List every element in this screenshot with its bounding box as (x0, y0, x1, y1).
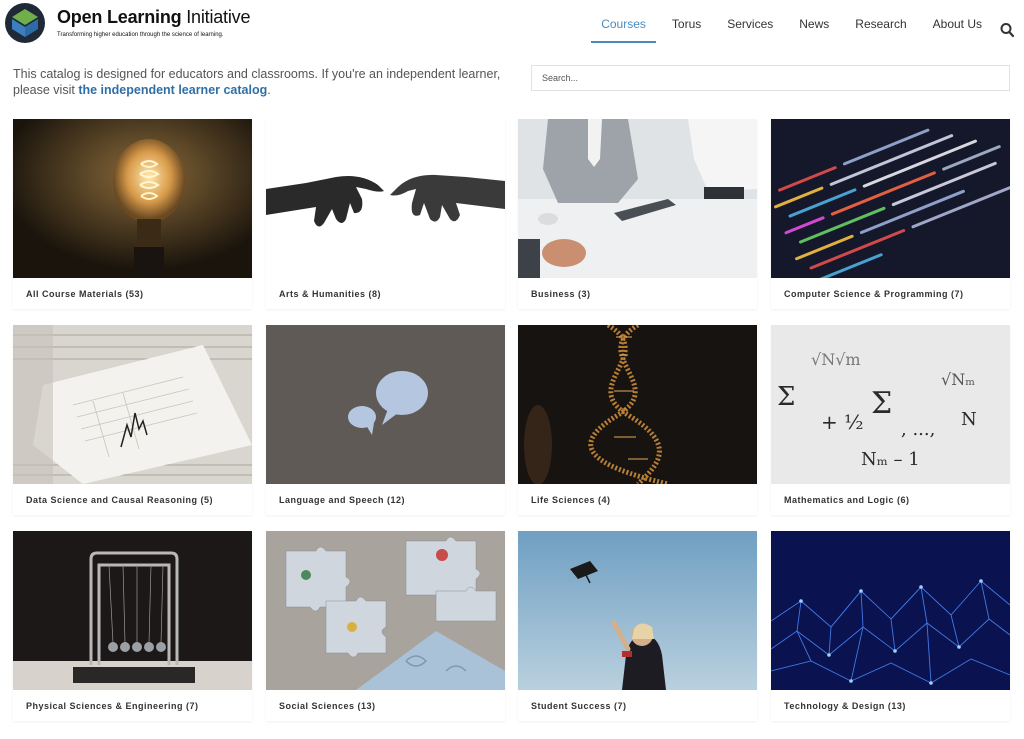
newtons-cradle-image (13, 531, 252, 690)
category-label: Mathematics and Logic (6) (784, 495, 910, 505)
catalog-intro: This catalog is designed for educators a… (13, 67, 501, 97)
brand-tagline: Transforming higher education through th… (57, 32, 224, 38)
hands-image (266, 119, 505, 278)
business-meeting-image (518, 119, 757, 278)
category-label: Computer Science & Programming (7) (784, 289, 964, 299)
category-card-mathematics-logic[interactable]: Σ + ½ Σ , ..., Nₘ – 1 √N√m √Nₘ N Mathema… (771, 325, 1010, 515)
nav-about-us[interactable]: About Us (933, 16, 982, 43)
site-header: Open Learning Initiative Transforming hi… (0, 0, 1024, 50)
category-card-life-sciences[interactable]: Life Sciences (4) (518, 325, 757, 515)
svg-text:√Nₘ: √Nₘ (941, 370, 975, 389)
category-label: Arts & Humanities (8) (279, 289, 382, 299)
nav-torus[interactable]: Torus (672, 16, 701, 43)
category-label: Life Sciences (4) (531, 495, 611, 505)
brand[interactable]: Open Learning Initiative Transforming hi… (57, 6, 250, 38)
main-nav: Courses Torus Services News Research Abo… (575, 16, 1014, 43)
code-screen-image (771, 119, 1010, 278)
category-card-computer-science-programming[interactable]: Computer Science & Programming (7) (771, 119, 1010, 309)
network-mesh-image (771, 531, 1010, 690)
lightbulb-image (13, 119, 252, 278)
graduation-cap-toss-image (518, 531, 757, 690)
category-card-language-speech[interactable]: Language and Speech (12) (266, 325, 505, 515)
category-label: All Course Materials (53) (26, 289, 144, 299)
puzzle-pieces-image (266, 531, 505, 690)
nav-research[interactable]: Research (855, 16, 906, 43)
category-label: Language and Speech (12) (279, 495, 406, 505)
search-icon[interactable] (1000, 22, 1014, 38)
svg-text:Σ: Σ (777, 382, 795, 412)
oli-logo[interactable] (4, 2, 46, 44)
speech-bubbles-image (266, 325, 505, 484)
category-card-technology-design[interactable]: Technology & Design (13) (771, 531, 1010, 721)
nav-news[interactable]: News (799, 16, 829, 43)
category-card-physical-sciences-engineering[interactable]: Physical Sciences & Engineering (7) (13, 531, 252, 721)
svg-text:N: N (961, 409, 977, 430)
svg-text:+ ½: + ½ (821, 410, 864, 434)
svg-text:Nₘ – 1: Nₘ – 1 (861, 449, 920, 470)
category-label: Technology & Design (13) (784, 701, 906, 711)
category-label: Physical Sciences & Engineering (7) (26, 701, 199, 711)
svg-text:Σ: Σ (871, 386, 892, 421)
svg-text:, ...,: , ..., (901, 419, 935, 440)
category-card-student-success[interactable]: Student Success (7) (518, 531, 757, 721)
independent-learner-link[interactable]: the independent learner catalog (78, 83, 267, 97)
category-card-all-course-materials[interactable]: All Course Materials (53) (13, 119, 252, 309)
category-label: Student Success (7) (531, 701, 627, 711)
search-input[interactable] (531, 65, 1010, 91)
brand-name: Open Learning Initiative (57, 7, 251, 27)
category-card-arts-humanities[interactable]: Arts & Humanities (8) (266, 119, 505, 309)
category-card-business[interactable]: Business (3) (518, 119, 757, 309)
category-card-social-sciences[interactable]: Social Sciences (13) (266, 531, 505, 721)
dna-helix-image (518, 325, 757, 484)
category-label: Data Science and Causal Reasoning (5) (26, 495, 214, 505)
category-label: Business (3) (531, 289, 591, 299)
nav-courses[interactable]: Courses (591, 16, 656, 43)
data-chart-paper-image (13, 325, 252, 484)
category-card-data-science[interactable]: Data Science and Causal Reasoning (5) (13, 325, 252, 515)
category-label: Social Sciences (13) (279, 701, 376, 711)
nav-services[interactable]: Services (727, 16, 773, 43)
math-formulas-image: Σ + ½ Σ , ..., Nₘ – 1 √N√m √Nₘ N (771, 325, 1010, 484)
svg-text:√N√m: √N√m (811, 350, 861, 369)
